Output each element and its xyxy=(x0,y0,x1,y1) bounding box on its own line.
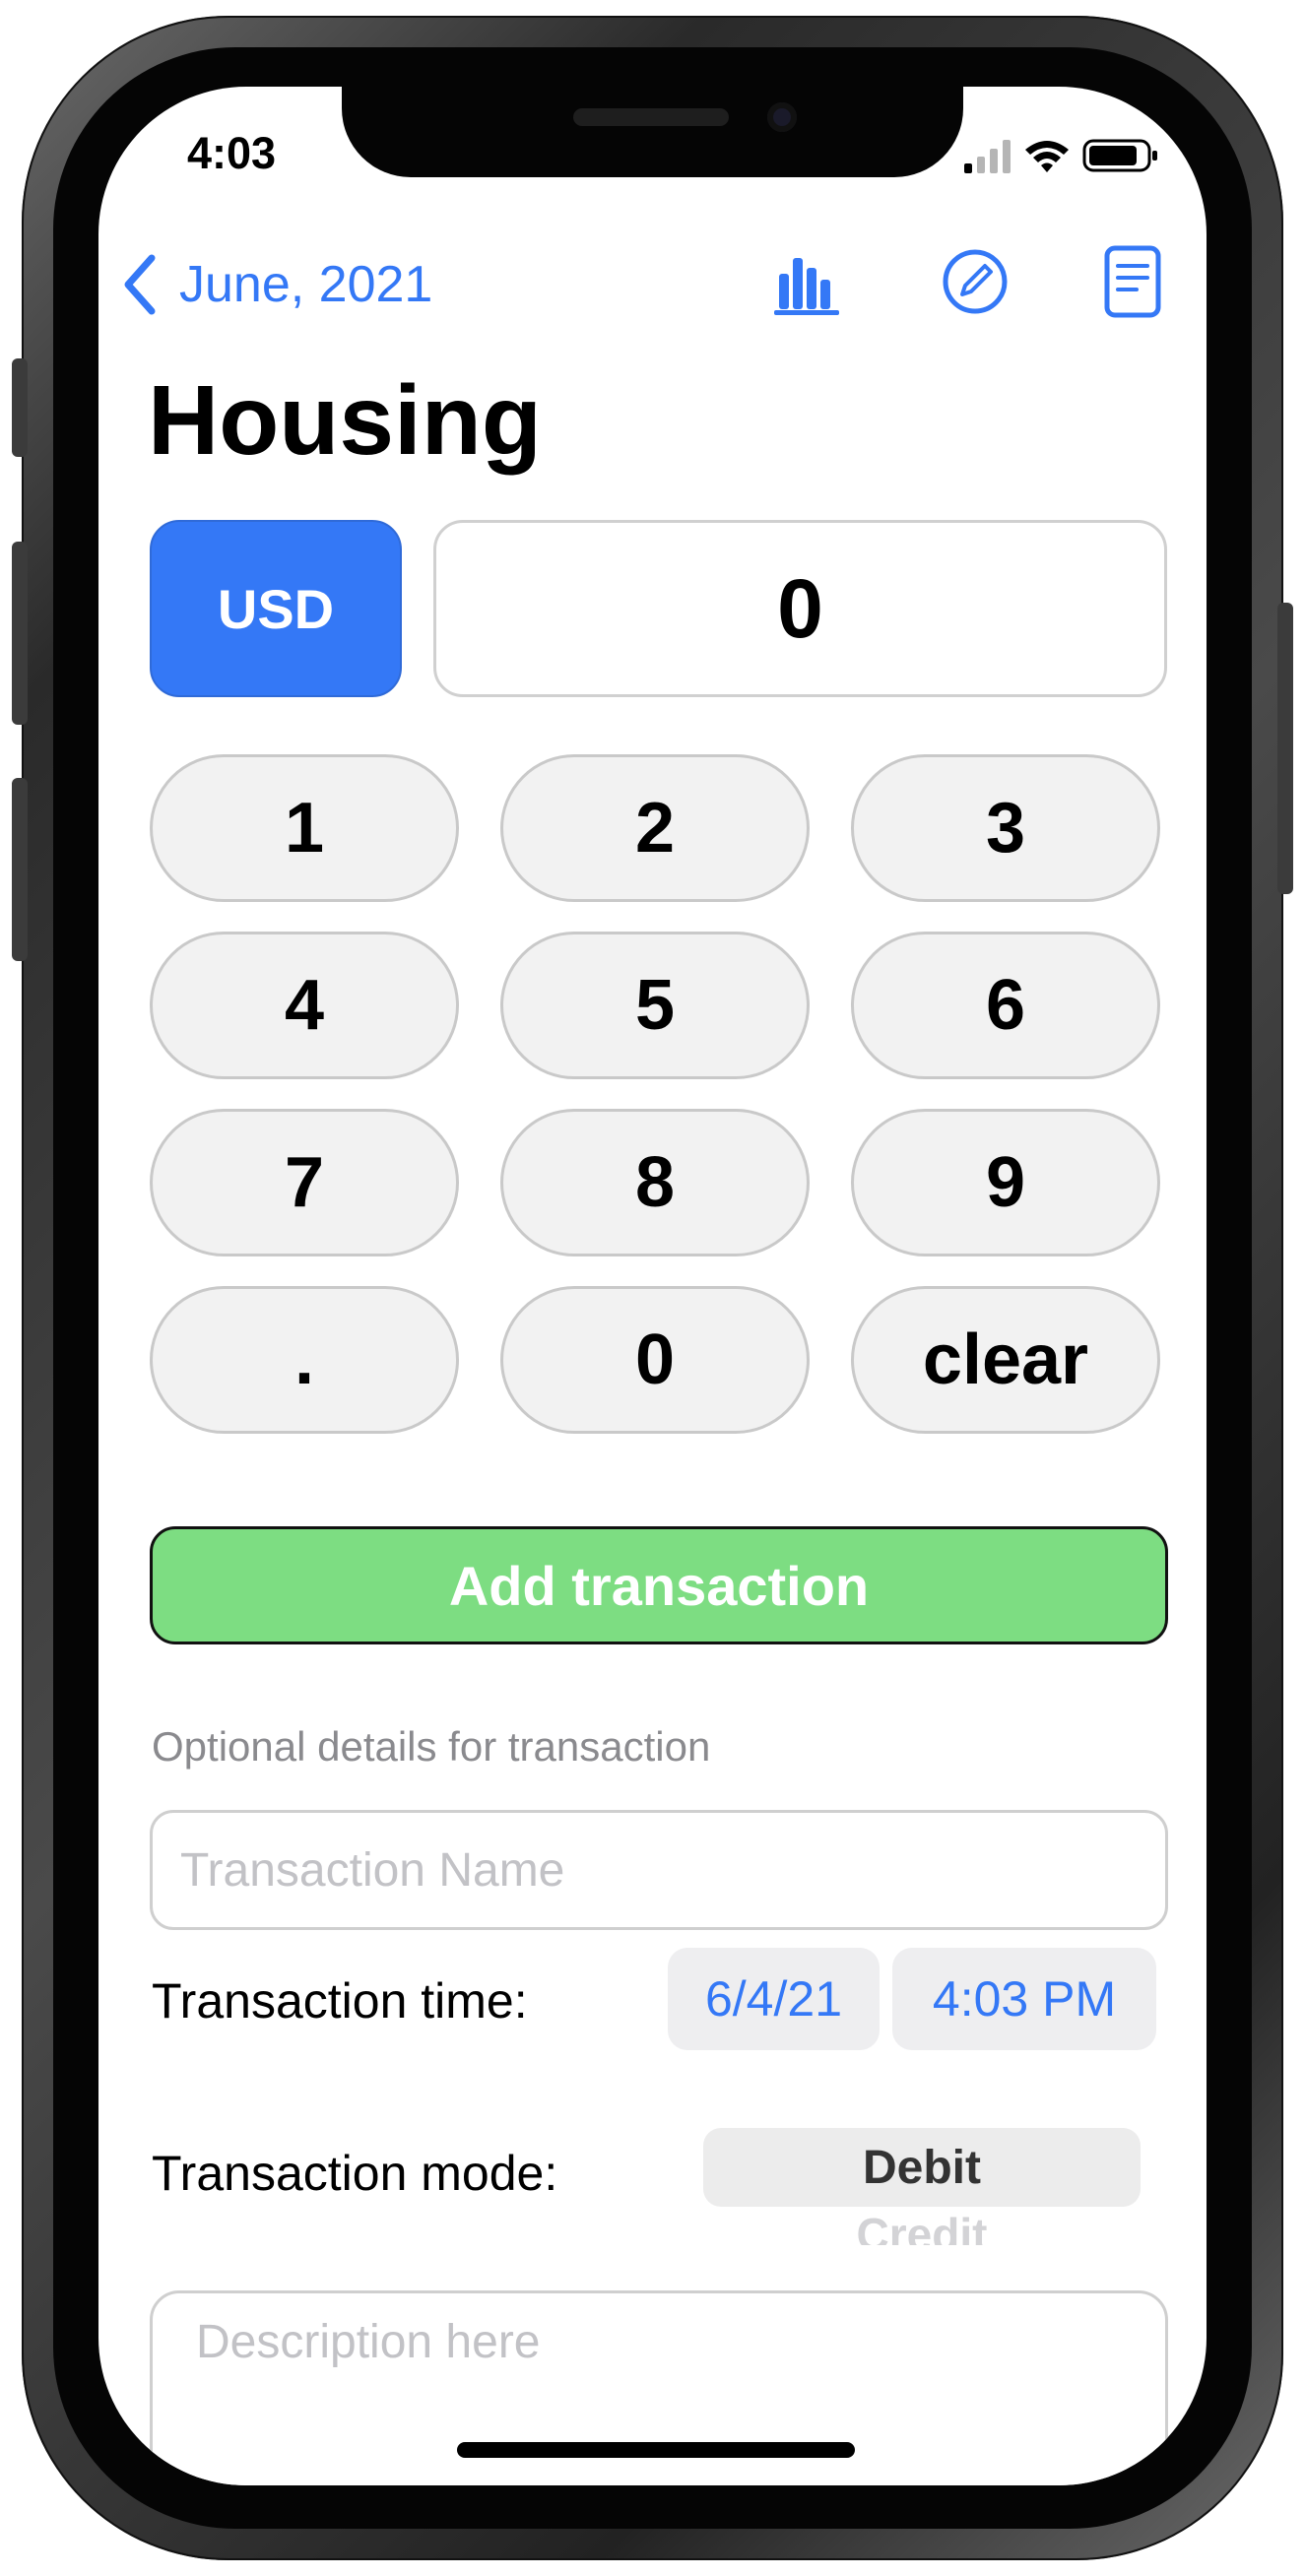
time-picker-button[interactable]: 4:03 PM xyxy=(892,1948,1156,2050)
wifi-icon xyxy=(1025,141,1069,172)
date-picker-button[interactable]: 6/4/21 xyxy=(668,1948,880,2050)
key-decimal[interactable]: . xyxy=(150,1286,459,1434)
key-2[interactable]: 2 xyxy=(500,754,810,902)
key-5[interactable]: 5 xyxy=(500,932,810,1079)
transaction-mode-label: Transaction mode: xyxy=(152,2146,558,2201)
back-button[interactable]: June, 2021 xyxy=(122,250,432,319)
key-3[interactable]: 3 xyxy=(851,754,1160,902)
mode-picker-selected[interactable]: Debit xyxy=(703,2128,1141,2207)
key-9[interactable]: 9 xyxy=(851,1109,1160,1256)
speaker xyxy=(573,108,729,126)
currency-button[interactable]: USD xyxy=(150,520,402,697)
page-title: Housing xyxy=(148,365,542,476)
status-time: 4:03 xyxy=(187,128,277,178)
amount-display: 0 xyxy=(433,520,1167,697)
front-camera xyxy=(767,102,797,132)
battery-icon xyxy=(1082,139,1157,172)
add-transaction-button[interactable]: Add transaction xyxy=(150,1526,1168,1644)
chevron-left-icon xyxy=(124,254,156,315)
transaction-time-label: Transaction time: xyxy=(152,1973,528,2029)
document-icon xyxy=(1104,245,1161,318)
key-1[interactable]: 1 xyxy=(150,754,459,902)
home-indicator[interactable] xyxy=(457,2442,855,2458)
cellular-signal-icon xyxy=(964,140,1011,173)
volume-up-button xyxy=(12,542,28,725)
key-8[interactable]: 8 xyxy=(500,1109,810,1256)
mode-picker-next-label: Credit xyxy=(856,2209,988,2245)
back-button-label: June, 2021 xyxy=(179,256,433,313)
status-icons xyxy=(964,138,1161,173)
pencil-circle-icon xyxy=(943,249,1008,314)
key-4[interactable]: 4 xyxy=(150,932,459,1079)
mode-picker-next-option[interactable]: Credit xyxy=(703,2206,1141,2245)
app-screen: 4:03 June, 2021 Housing USD 0 1 2 3 4 5 … xyxy=(98,87,1207,2485)
key-6[interactable]: 6 xyxy=(851,932,1160,1079)
stats-button[interactable] xyxy=(770,244,845,319)
bar-chart-icon xyxy=(774,258,839,315)
key-clear[interactable]: clear xyxy=(851,1286,1160,1434)
volume-down-button xyxy=(12,778,28,961)
power-button xyxy=(1277,603,1293,894)
key-0[interactable]: 0 xyxy=(500,1286,810,1434)
edit-button[interactable] xyxy=(938,244,1012,319)
optional-details-label: Optional details for transaction xyxy=(152,1723,711,1770)
transaction-name-input[interactable] xyxy=(150,1810,1168,1930)
key-7[interactable]: 7 xyxy=(150,1109,459,1256)
silent-switch xyxy=(12,358,28,457)
notes-button[interactable] xyxy=(1095,244,1170,319)
notch xyxy=(342,87,963,177)
